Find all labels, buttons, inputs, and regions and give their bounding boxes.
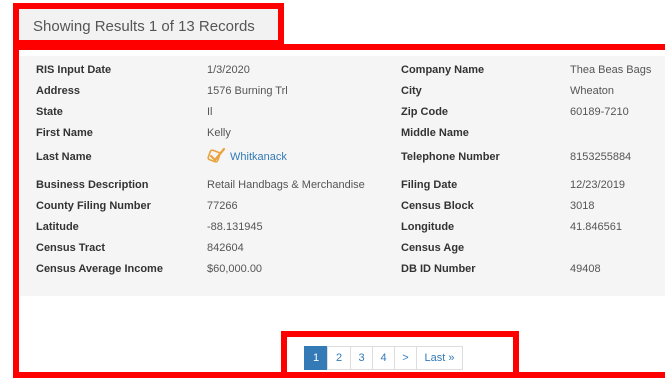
- field-label-city: City: [401, 85, 422, 97]
- field-label-telephone-number: Telephone Number: [401, 151, 500, 163]
- field-value-last-name: Whitkanack: [207, 144, 287, 171]
- pagination: 1 2 3 4 > Last »: [304, 346, 463, 370]
- record-row: State Il Zip Code 60189-7210: [20, 102, 665, 123]
- field-label-longitude: Longitude: [401, 221, 455, 233]
- page-2-button[interactable]: 2: [327, 346, 351, 370]
- field-value-city: Wheaton: [570, 85, 615, 97]
- field-label-last-name: Last Name: [36, 151, 92, 163]
- field-value-census-block: 3018: [570, 200, 595, 212]
- record-row: Address 1576 Burning Trl City Wheaton: [20, 81, 665, 102]
- field-label-census-average-income: Census Average Income: [36, 263, 163, 275]
- page-1-button[interactable]: 1: [304, 346, 328, 370]
- field-value-census-tract: 842604: [207, 242, 244, 254]
- field-value-first-name: Kelly: [207, 127, 231, 139]
- record-row: Latitude -88.131945 Longitude 41.846561: [20, 217, 665, 238]
- field-label-zip-code: Zip Code: [401, 106, 449, 118]
- field-label-company-name: Company Name: [401, 64, 485, 76]
- field-label-census-block: Census Block: [401, 200, 474, 212]
- field-label-filing-date: Filing Date: [401, 179, 458, 191]
- field-label-county-filing-number: County Filing Number: [36, 200, 151, 212]
- field-label-latitude: Latitude: [36, 221, 79, 233]
- field-value-filing-date: 12/23/2019: [570, 179, 626, 191]
- field-label-first-name: First Name: [36, 127, 93, 139]
- record-details-panel: RIS Input Date 1/3/2020 Company Name The…: [20, 56, 665, 296]
- field-value-state: Il: [207, 106, 213, 118]
- record-row: First Name Kelly Middle Name: [20, 123, 665, 144]
- last-page-button[interactable]: Last »: [416, 346, 463, 370]
- field-label-census-tract: Census Tract: [36, 242, 106, 254]
- field-value-db-id-number: 49408: [570, 263, 601, 275]
- field-value-telephone-number: 8153255884: [570, 151, 632, 163]
- results-count-header: Showing Results 1 of 13 Records: [13, 3, 284, 46]
- field-value-zip-code: 60189-7210: [570, 106, 629, 118]
- results-count-text: Showing Results 1 of 13 Records: [33, 18, 255, 35]
- field-value-county-filing-number: 77266: [207, 200, 238, 212]
- page-3-button[interactable]: 3: [350, 346, 373, 370]
- field-label-census-age: Census Age: [401, 242, 465, 254]
- record-row: RIS Input Date 1/3/2020 Company Name The…: [20, 60, 665, 81]
- last-name-link[interactable]: Whitkanack: [230, 151, 287, 163]
- page-4-button[interactable]: 4: [372, 346, 395, 370]
- field-value-address: 1576 Burning Trl: [207, 85, 288, 97]
- record-row: County Filing Number 77266 Census Block …: [20, 196, 665, 217]
- record-row: Census Average Income $60,000.00 DB ID N…: [20, 259, 665, 280]
- field-value-longitude: 41.846561: [570, 221, 622, 233]
- record-row: Census Tract 842604 Census Age: [20, 238, 665, 259]
- record-row: Last Name Whitkanack Telephone Number 81…: [20, 144, 665, 171]
- field-label-address: Address: [36, 85, 81, 97]
- field-value-ris-input-date: 1/3/2020: [207, 64, 250, 76]
- field-value-company-name: Thea Beas Bags: [570, 64, 652, 76]
- field-label-db-id-number: DB ID Number: [401, 263, 476, 275]
- field-label-business-description: Business Description: [36, 179, 149, 191]
- field-label-state: State: [36, 106, 63, 118]
- field-value-latitude: -88.131945: [207, 221, 263, 233]
- field-label-middle-name: Middle Name: [401, 127, 469, 139]
- next-page-button[interactable]: >: [394, 346, 417, 370]
- field-value-census-average-income: $60,000.00: [207, 263, 263, 275]
- field-label-ris-input-date: RIS Input Date: [36, 64, 112, 76]
- record-row: Business Description Retail Handbags & M…: [20, 175, 665, 196]
- field-value-business-description: Retail Handbags & Merchandise: [207, 179, 365, 191]
- verified-check-icon: [207, 147, 226, 163]
